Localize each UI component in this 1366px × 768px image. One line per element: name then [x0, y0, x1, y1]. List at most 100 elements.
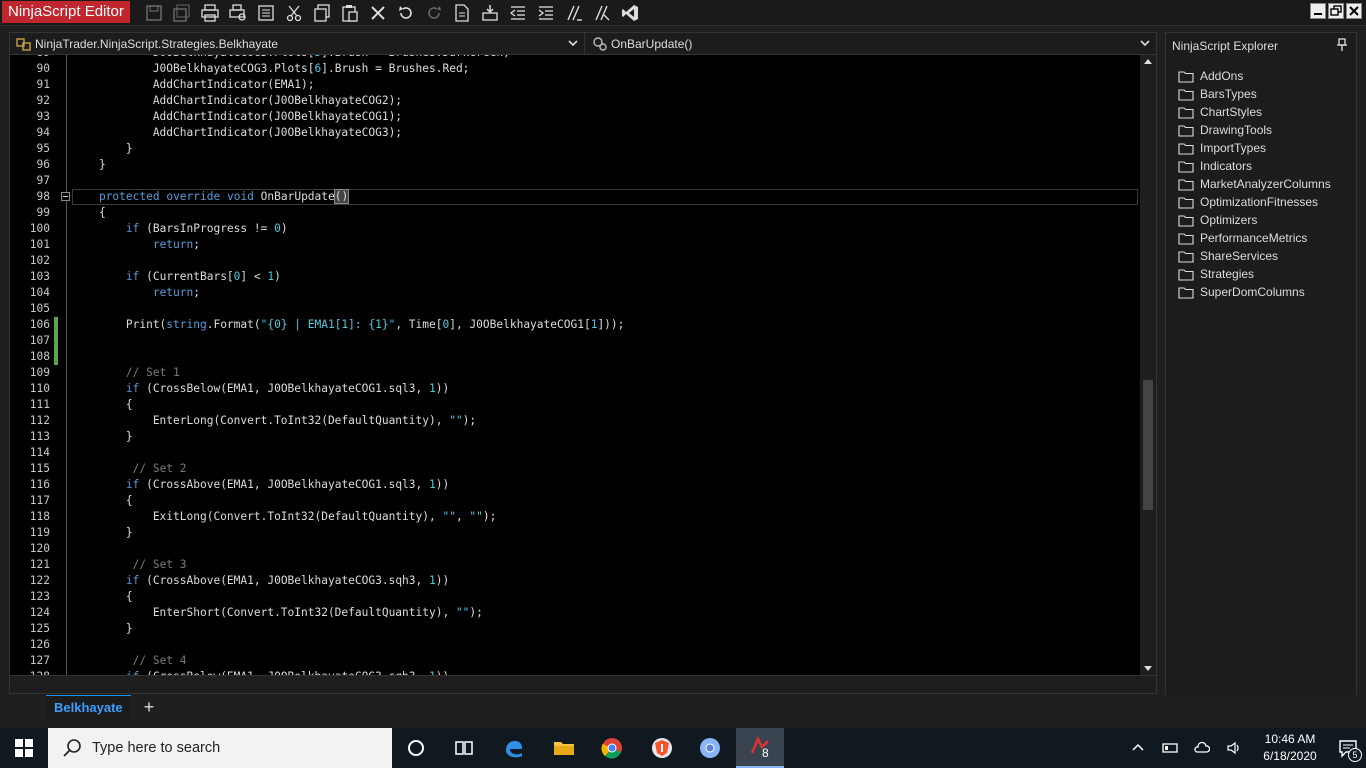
edge-icon[interactable]: [490, 728, 538, 768]
code-line[interactable]: 90 J0OBelkhayateCOG3.Plots[6].Brush = Br…: [10, 61, 1140, 77]
code-line[interactable]: 113 }: [10, 429, 1140, 445]
insert-icon[interactable]: [476, 2, 504, 24]
code-line[interactable]: 97: [10, 173, 1140, 189]
show-hidden-icons-icon[interactable]: [1122, 728, 1154, 768]
explorer-folder[interactable]: DrawingTools: [1178, 121, 1331, 139]
code-line[interactable]: 121 // Set 3: [10, 557, 1140, 573]
network-icon[interactable]: [1154, 728, 1186, 768]
compile-icon[interactable]: [252, 2, 280, 24]
code-line[interactable]: 122 if (CrossAbove(EMA1, J0OBelkhayateCO…: [10, 573, 1140, 589]
member-selector[interactable]: OnBarUpdate(): [586, 33, 1156, 54]
code-line[interactable]: 127 // Set 4: [10, 653, 1140, 669]
code-line[interactable]: 120: [10, 541, 1140, 557]
cut-icon[interactable]: [280, 2, 308, 24]
ninjatrader-icon[interactable]: 8: [736, 728, 784, 768]
code-area[interactable]: 89 J0OBelkhayateCOG3.Plots[5].Brush = Br…: [10, 55, 1140, 675]
code-line[interactable]: 91 AddChartIndicator(EMA1);: [10, 77, 1140, 93]
minimize-icon[interactable]: [1310, 3, 1326, 19]
onedrive-icon[interactable]: [1186, 728, 1218, 768]
uncomment-icon[interactable]: [588, 2, 616, 24]
file-explorer-icon[interactable]: [540, 728, 588, 768]
comment-icon[interactable]: [560, 2, 588, 24]
horizontal-scrollbar[interactable]: [10, 675, 1156, 693]
code-line[interactable]: 102: [10, 253, 1140, 269]
brave-icon[interactable]: [638, 728, 686, 768]
code-line[interactable]: 92 AddChartIndicator(J0OBelkhayateCOG2);: [10, 93, 1140, 109]
template-icon[interactable]: [448, 2, 476, 24]
explorer-folder[interactable]: ShareServices: [1178, 247, 1331, 265]
explorer-folder[interactable]: MarketAnalyzerColumns: [1178, 175, 1331, 193]
copy-icon[interactable]: [308, 2, 336, 24]
explorer-folder[interactable]: BarsTypes: [1178, 85, 1331, 103]
explorer-folder[interactable]: AddOns: [1178, 67, 1331, 85]
code-line[interactable]: 111 {: [10, 397, 1140, 413]
print-preview-icon[interactable]: [224, 2, 252, 24]
explorer-folder[interactable]: ImportTypes: [1178, 139, 1331, 157]
explorer-folder[interactable]: ChartStyles: [1178, 103, 1331, 121]
code-line[interactable]: 100 if (BarsInProgress != 0): [10, 221, 1140, 237]
code-line[interactable]: 98 protected override void OnBarUpdate(): [10, 189, 1140, 205]
fold-toggle-icon[interactable]: [61, 192, 70, 201]
redo-icon[interactable]: [420, 2, 448, 24]
code-line[interactable]: 101 return;: [10, 237, 1140, 253]
windows-start-icon[interactable]: [0, 728, 48, 768]
visual-studio-icon[interactable]: [616, 2, 644, 24]
undo-icon[interactable]: [392, 2, 420, 24]
scroll-up-icon[interactable]: [1144, 59, 1152, 64]
scrollbar-thumb[interactable]: [1143, 380, 1153, 510]
task-view-icon[interactable]: [440, 728, 488, 768]
explorer-folder[interactable]: PerformanceMetrics: [1178, 229, 1331, 247]
print-icon[interactable]: [196, 2, 224, 24]
indent-icon[interactable]: [532, 2, 560, 24]
code-line[interactable]: 94 AddChartIndicator(J0OBelkhayateCOG3);: [10, 125, 1140, 141]
chrome-icon[interactable]: [588, 728, 636, 768]
save-icon[interactable]: [140, 2, 168, 24]
code-line[interactable]: 110 if (CrossBelow(EMA1, J0OBelkhayateCO…: [10, 381, 1140, 397]
code-line[interactable]: 96 }: [10, 157, 1140, 173]
restore-icon[interactable]: [1328, 3, 1344, 19]
code-line[interactable]: 105: [10, 301, 1140, 317]
code-line[interactable]: 117 {: [10, 493, 1140, 509]
close-icon[interactable]: [1346, 3, 1362, 19]
scroll-down-icon[interactable]: [1144, 666, 1152, 671]
paste-icon[interactable]: [336, 2, 364, 24]
explorer-folder[interactable]: Strategies: [1178, 265, 1331, 283]
code-line[interactable]: 106 Print(string.Format("{0} | EMA1[1]: …: [10, 317, 1140, 333]
volume-icon[interactable]: [1218, 728, 1250, 768]
code-line[interactable]: 119 }: [10, 525, 1140, 541]
delete-icon[interactable]: [364, 2, 392, 24]
code-line[interactable]: 118 ExitLong(Convert.ToInt32(DefaultQuan…: [10, 509, 1140, 525]
code-line[interactable]: 123 {: [10, 589, 1140, 605]
code-line[interactable]: 107: [10, 333, 1140, 349]
outdent-icon[interactable]: [504, 2, 532, 24]
chrome-alt-icon[interactable]: [686, 728, 734, 768]
code-line[interactable]: 112 EnterLong(Convert.ToInt32(DefaultQua…: [10, 413, 1140, 429]
code-line[interactable]: 104 return;: [10, 285, 1140, 301]
pin-icon[interactable]: [1336, 38, 1348, 52]
code-line[interactable]: 115 // Set 2: [10, 461, 1140, 477]
code-line[interactable]: 109 // Set 1: [10, 365, 1140, 381]
explorer-folder[interactable]: OptimizationFitnesses: [1178, 193, 1331, 211]
code-line[interactable]: 95 }: [10, 141, 1140, 157]
code-line[interactable]: 114: [10, 445, 1140, 461]
code-line[interactable]: 124 EnterShort(Convert.ToInt32(DefaultQu…: [10, 605, 1140, 621]
add-tab-button[interactable]: +: [138, 697, 160, 717]
code-line[interactable]: 116 if (CrossAbove(EMA1, J0OBelkhayateCO…: [10, 477, 1140, 493]
class-selector[interactable]: NinjaTrader.NinjaScript.Strategies.Belkh…: [10, 33, 585, 54]
explorer-folder[interactable]: Optimizers: [1178, 211, 1331, 229]
code-line[interactable]: 108: [10, 349, 1140, 365]
code-line[interactable]: 126: [10, 637, 1140, 653]
code-line[interactable]: 103 if (CurrentBars[0] < 1): [10, 269, 1140, 285]
code-line[interactable]: 125 }: [10, 621, 1140, 637]
taskbar-search-box[interactable]: Type here to search: [48, 728, 392, 768]
vertical-scrollbar[interactable]: [1140, 55, 1156, 675]
tab-belkhayate[interactable]: Belkhayate: [46, 695, 131, 719]
action-center-icon[interactable]: 5: [1330, 728, 1366, 768]
explorer-folder[interactable]: SuperDomColumns: [1178, 283, 1331, 301]
save-all-icon[interactable]: [168, 2, 196, 24]
code-line[interactable]: 99 {: [10, 205, 1140, 221]
explorer-folder[interactable]: Indicators: [1178, 157, 1331, 175]
cortana-icon[interactable]: [392, 728, 440, 768]
code-line[interactable]: 93 AddChartIndicator(J0OBelkhayateCOG1);: [10, 109, 1140, 125]
clock[interactable]: 10:46 AM 6/18/2020: [1250, 731, 1330, 765]
